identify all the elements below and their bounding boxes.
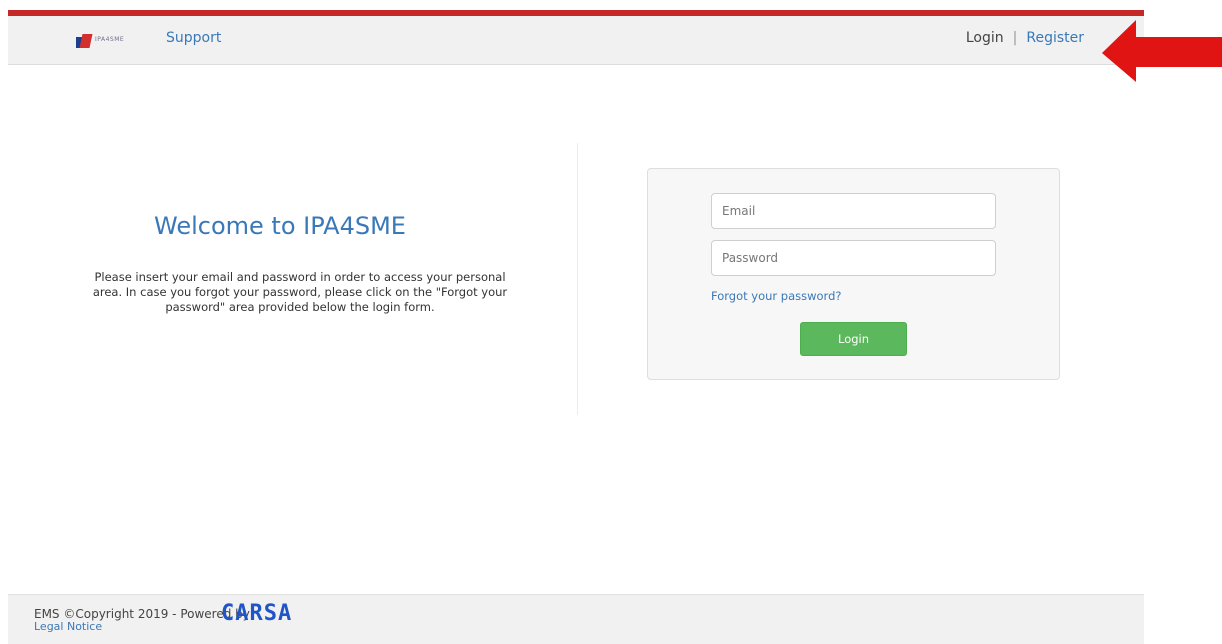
logo-text: IPA4SME xyxy=(95,36,125,43)
email-input[interactable] xyxy=(711,193,996,229)
nav-register-link[interactable]: Register xyxy=(1026,30,1084,46)
ipa4sme-logo[interactable]: IPA4SME xyxy=(76,34,136,48)
welcome-title: Welcome to IPA4SME xyxy=(154,212,406,241)
login-panel: Forgot your password? Login xyxy=(647,168,1060,380)
logo-mark-icon xyxy=(76,34,93,48)
password-input[interactable] xyxy=(711,240,996,276)
content-divider xyxy=(577,143,578,415)
forgot-password-link[interactable]: Forgot your password? xyxy=(711,289,841,303)
red-arrow-icon xyxy=(1102,20,1222,82)
auth-links: Login | Register xyxy=(966,30,1084,46)
welcome-description: Please insert your email and password in… xyxy=(92,269,508,314)
login-button[interactable]: Login xyxy=(800,322,907,356)
copyright-text: EMS ©Copyright 2019 - Powered by xyxy=(34,607,250,621)
carsa-logo[interactable]: CARSA xyxy=(221,601,292,626)
footer: EMS ©Copyright 2019 - Powered by Legal N… xyxy=(8,594,1144,644)
nav-login-link[interactable]: Login xyxy=(966,30,1004,46)
nav-support-link[interactable]: Support xyxy=(166,30,221,46)
nav-separator: | xyxy=(1012,30,1018,46)
legal-notice-link[interactable]: Legal Notice xyxy=(34,620,102,633)
top-navbar: IPA4SME Support Login | Register xyxy=(8,16,1144,65)
